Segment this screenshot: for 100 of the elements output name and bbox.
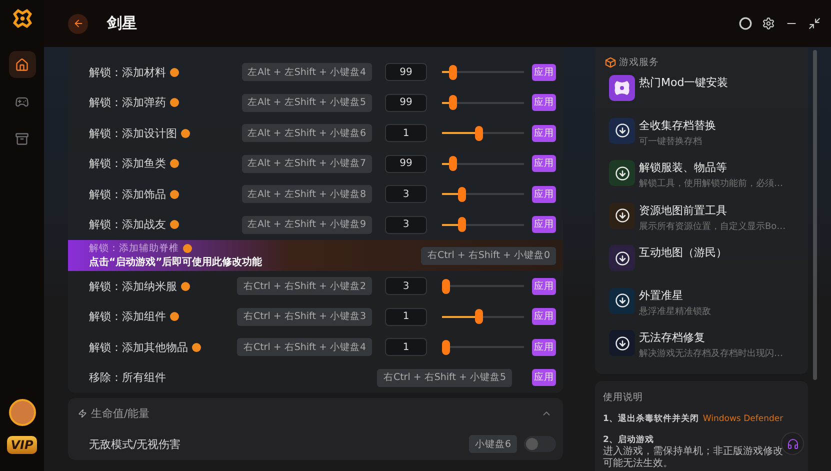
slider[interactable] xyxy=(442,186,524,202)
step-text: 进入游戏，需保持单机；非正版游戏修改可能无法生效。 xyxy=(603,446,784,470)
hotkey-chip[interactable]: 左Alt + 左Shift + 小键盘5 xyxy=(242,94,372,112)
slider-thumb[interactable] xyxy=(458,217,466,232)
slider[interactable] xyxy=(442,217,524,232)
apply-button[interactable]: 应用 xyxy=(532,94,556,112)
slider[interactable] xyxy=(442,278,524,294)
game-title: 剑星 xyxy=(107,14,137,33)
download-icon[interactable] xyxy=(609,288,635,314)
hotkey-chip[interactable]: 右Ctrl + 右Shift + 小键盘3 xyxy=(237,308,372,326)
apply-button[interactable]: 应用 xyxy=(532,155,556,172)
slider-thumb[interactable] xyxy=(449,64,458,80)
slider[interactable] xyxy=(442,95,524,110)
slider[interactable] xyxy=(442,340,524,355)
service-subtitle: 解决游戏无法存档及存档时出现闪… xyxy=(639,348,783,360)
scrollbar[interactable] xyxy=(813,50,817,380)
slider-thumb[interactable] xyxy=(475,126,484,141)
hotkey-chip[interactable]: 左Alt + 左Shift + 小键盘9 xyxy=(242,216,372,234)
apply-button[interactable]: 应用 xyxy=(532,369,556,386)
hotkey-chip[interactable]: 小键盘6 xyxy=(468,435,517,454)
service-title[interactable]: 解锁服装、物品等 xyxy=(639,160,783,175)
option-label: 移除：所有组件 xyxy=(89,370,166,386)
value-input[interactable]: 1 xyxy=(385,308,427,326)
option-label: 解锁：添加弹药 xyxy=(89,95,166,110)
apply-button[interactable]: 应用 xyxy=(532,338,556,356)
home-nav-icon[interactable] xyxy=(8,51,36,78)
hotkey-chip[interactable]: 左Alt + 左Shift + 小键盘8 xyxy=(242,185,372,204)
defender-link[interactable]: Windows Defender xyxy=(702,414,784,424)
start-game-notice: 点击“启动游戏”后即可使用此修改功能 xyxy=(89,255,264,269)
apply-button[interactable]: 应用 xyxy=(532,216,556,234)
settings-icon[interactable] xyxy=(762,17,775,30)
service-subtitle: 解锁工具，使用解锁功能前，必须… xyxy=(639,178,783,190)
download-icon[interactable] xyxy=(609,330,635,356)
download-icon[interactable] xyxy=(609,118,635,144)
slider[interactable] xyxy=(442,156,524,172)
option-label: 无敌模式/无视伤害 xyxy=(89,436,181,452)
apply-button[interactable]: 应用 xyxy=(532,278,556,295)
card-title: 游戏服务 xyxy=(619,56,659,69)
cube-icon xyxy=(605,57,616,68)
flower-icon[interactable] xyxy=(609,75,635,101)
value-input[interactable]: 1 xyxy=(385,338,427,356)
download-icon[interactable] xyxy=(609,245,635,271)
back-button[interactable] xyxy=(68,14,88,34)
slider-thumb[interactable] xyxy=(442,340,450,355)
hotkey-chip[interactable]: 左Alt + 左Shift + 小键盘4 xyxy=(242,63,372,82)
section-title: 生命值/能量 xyxy=(91,406,150,421)
apply-button[interactable]: 应用 xyxy=(532,308,556,326)
service-title[interactable]: 外置准星 xyxy=(639,288,711,302)
service-title[interactable]: 全收集存档替换 xyxy=(639,118,716,132)
hotkey-chip[interactable]: 左Alt + 左Shift + 小键盘7 xyxy=(242,154,372,173)
app-logo-icon xyxy=(12,8,32,29)
value-input[interactable]: 99 xyxy=(385,94,427,112)
service-title[interactable]: 无法存档修复 xyxy=(639,330,783,345)
service-subtitle: 展示所有资源位置，自定义显示Bo… xyxy=(639,220,786,232)
lightning-icon xyxy=(78,409,87,418)
hotkey-chip[interactable]: 左Alt + 左Shift + 小键盘6 xyxy=(242,124,372,142)
service-title[interactable]: 互动地图（游民） xyxy=(639,245,727,260)
headset-icon xyxy=(786,438,798,450)
service-title[interactable]: 资源地图前置工具 xyxy=(639,202,786,218)
circle-icon[interactable] xyxy=(739,17,752,30)
option-label: 解锁：添加组件 xyxy=(89,309,166,324)
service-subtitle: 可一键替换存档 xyxy=(639,136,703,148)
apply-button[interactable]: 应用 xyxy=(532,64,556,81)
hotkey-chip[interactable]: 右Ctrl + 右Shift + 小键盘0 xyxy=(421,246,556,264)
slider-thumb[interactable] xyxy=(475,309,484,324)
back-arrow-icon xyxy=(72,18,84,29)
step-title: 1、退出杀毒软件并关闭 xyxy=(603,412,699,424)
slider[interactable] xyxy=(442,126,524,141)
slider-thumb[interactable] xyxy=(458,186,466,202)
value-input[interactable]: 3 xyxy=(385,216,427,234)
download-icon[interactable] xyxy=(609,160,635,186)
hotkey-chip[interactable]: 右Ctrl + 右Shift + 小键盘5 xyxy=(377,368,512,387)
slider-thumb[interactable] xyxy=(442,278,450,294)
toggle-switch[interactable] xyxy=(524,436,556,452)
slider-thumb[interactable] xyxy=(449,156,458,172)
value-input[interactable]: 3 xyxy=(385,277,427,296)
option-label: 解锁：添加纳米服 xyxy=(89,278,177,294)
value-input[interactable]: 1 xyxy=(385,124,427,142)
option-label: 解锁：添加鱼类 xyxy=(89,156,166,172)
slider[interactable] xyxy=(442,64,524,80)
option-label: 解锁：添加其他物品 xyxy=(89,340,188,355)
service-subtitle: 悬浮准星精准锁敌 xyxy=(639,306,711,318)
value-input[interactable]: 99 xyxy=(385,63,427,82)
value-input[interactable]: 3 xyxy=(385,185,427,204)
hotkey-chip[interactable]: 右Ctrl + 右Shift + 小键盘4 xyxy=(237,338,372,356)
option-label: 解锁：添加战友 xyxy=(89,217,166,232)
slider-thumb[interactable] xyxy=(449,95,458,110)
step-title: 2、启动游戏 xyxy=(603,434,654,446)
avatar[interactable] xyxy=(8,399,36,426)
shrink-icon[interactable] xyxy=(808,17,821,30)
option-label: 解锁：添加辅助脊椎 xyxy=(89,242,179,255)
vip-badge[interactable]: VIP xyxy=(6,436,38,454)
hotkey-chip[interactable]: 右Ctrl + 右Shift + 小键盘2 xyxy=(237,277,372,296)
slider[interactable] xyxy=(442,309,524,324)
option-label: 解锁：添加设计图 xyxy=(89,126,177,141)
download-icon[interactable] xyxy=(609,202,635,228)
apply-button[interactable]: 应用 xyxy=(532,186,556,203)
value-input[interactable]: 99 xyxy=(385,154,427,173)
apply-button[interactable]: 应用 xyxy=(532,124,556,142)
service-title[interactable]: 热门Mod一键安装 xyxy=(639,75,728,90)
